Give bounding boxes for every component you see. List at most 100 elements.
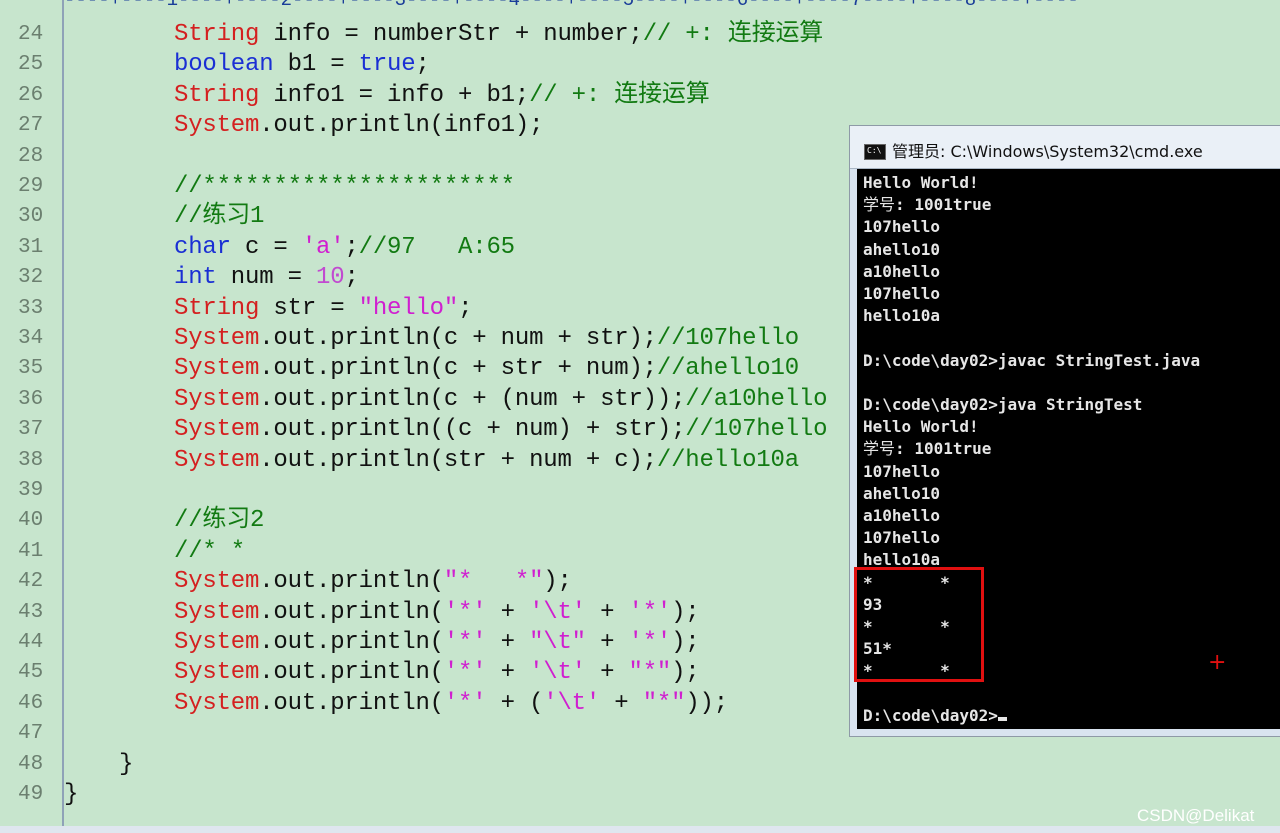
console-line: 107hello: [863, 461, 941, 481]
code-token: '\t': [529, 598, 586, 626]
code-line[interactable]: System.out.println(c + num + str);//107h…: [174, 324, 799, 354]
code-token: String: [174, 294, 260, 322]
ruler-gutter: [0, 0, 64, 18]
code-line[interactable]: System.out.println(info1);: [174, 111, 543, 141]
code-token: .out.println(: [259, 689, 444, 717]
line-number: 45: [18, 661, 44, 685]
code-token: //ahello10: [656, 355, 799, 383]
code-line[interactable]: }: [64, 780, 78, 810]
code-line[interactable]: System.out.println('*' + '\t' + "*");: [174, 658, 700, 688]
line-number: 26: [18, 83, 44, 107]
line-number: 40: [18, 509, 44, 533]
horizontal-scrollbar[interactable]: [0, 826, 1280, 833]
code-line[interactable]: System.out.println(c + (num + str));//a1…: [174, 385, 828, 415]
code-token: '\t': [529, 659, 586, 687]
line-number: 31: [18, 235, 44, 259]
code-line[interactable]: System.out.println('*' + ('\t' + "*"));: [174, 689, 728, 719]
code-token: +: [600, 689, 643, 717]
console-icon: C:\: [864, 144, 886, 160]
code-token: .out.println(info1);: [259, 112, 544, 140]
line-number: 47: [18, 722, 44, 746]
code-token: );: [671, 659, 700, 687]
code-token: '*': [628, 598, 672, 626]
line-number: 41: [18, 539, 44, 563]
line-number: 24: [18, 23, 44, 46]
code-token: );: [543, 568, 572, 596]
line-number: 49: [18, 783, 44, 806]
code-line[interactable]: String info = numberStr + number;// +: 连…: [174, 20, 823, 50]
console-line: a10hello: [863, 506, 941, 525]
code-line[interactable]: String info1 = info + b1;// +: 连接运算: [174, 81, 710, 111]
code-token: +: [585, 629, 629, 656]
code-token: '*': [628, 629, 672, 656]
code-token: .out.println(: [259, 659, 444, 687]
line-number: 44: [18, 631, 44, 654]
console-icon-label: C:\: [867, 146, 882, 155]
console-line: hello10a: [863, 306, 941, 326]
line-number: 32: [18, 266, 44, 290]
code-line[interactable]: System.out.println('*' + '\t' + '*');: [174, 598, 700, 628]
code-token: System: [174, 385, 260, 413]
code-token: info = numberStr + number;: [259, 21, 643, 48]
code-token: System: [174, 659, 260, 687]
code-line[interactable]: System.out.println(str + num + c);//hell…: [174, 446, 799, 476]
code-token: //练习1: [174, 203, 265, 231]
code-line[interactable]: }: [119, 750, 133, 780]
code-token: +: [486, 629, 530, 656]
line-number: 33: [18, 296, 44, 320]
console-line: D:\code\day02>: [863, 705, 1007, 727]
code-token: boolean: [174, 51, 274, 79]
console-line: a10hello: [863, 261, 941, 281]
line-number: 37: [18, 418, 44, 442]
code-line[interactable]: char c = 'a';//97 A:65: [174, 233, 515, 263]
code-line[interactable]: System.out.println("* *");: [174, 567, 572, 597]
code-token: "* *": [443, 568, 544, 596]
code-token: '*': [443, 598, 487, 626]
code-token: //**********************: [174, 173, 515, 200]
line-number: 30: [18, 205, 44, 229]
line-number: 39: [18, 479, 44, 502]
code-line[interactable]: //练习2: [174, 506, 264, 536]
code-token: .out.println(str + num + c);: [259, 446, 657, 474]
code-line[interactable]: int num = 10;: [174, 263, 359, 293]
code-token: '*': [443, 659, 487, 687]
code-token: +: [585, 598, 629, 626]
code-token: ;: [344, 233, 359, 261]
code-token: System: [174, 629, 260, 656]
console-line: 107hello: [863, 284, 941, 303]
cmd-title: 管理员: C:\Windows\System32\cmd.exe: [892, 142, 1203, 161]
code-line[interactable]: //练习1: [174, 202, 264, 232]
code-line[interactable]: System.out.println((c + num) + str);//10…: [174, 415, 828, 445]
code-token: //a10hello: [685, 385, 828, 413]
code-token: '\t': [543, 689, 601, 717]
console-line: Hello World!: [863, 417, 979, 437]
code-token: +: [486, 598, 530, 626]
code-token: System: [174, 355, 260, 383]
code-token: 10: [316, 264, 345, 292]
output-highlight-box: [854, 567, 984, 682]
line-number: 28: [18, 144, 44, 168]
code-token: //* *: [174, 537, 246, 565]
code-token: '*': [443, 689, 487, 717]
code-line[interactable]: boolean b1 = true;: [174, 50, 430, 80]
code-token: info1 = info + b1;: [259, 81, 530, 109]
code-line[interactable]: //* *: [174, 537, 245, 567]
code-token: //107hello: [656, 325, 799, 352]
code-line[interactable]: //**********************: [174, 172, 515, 202]
line-number: 36: [18, 387, 44, 411]
code-line[interactable]: String str = "hello";: [174, 294, 472, 324]
code-token: .out.println(c + num + str);: [259, 325, 657, 352]
code-token: }: [64, 781, 79, 808]
code-token: char: [174, 233, 231, 261]
cmd-title-bar[interactable]: C:\ 管理员: C:\Windows\System32\cmd.exe: [850, 126, 1280, 169]
code-line[interactable]: System.out.println(c + str + num);//ahel…: [174, 354, 799, 384]
code-token: String: [174, 81, 260, 109]
console-line: D:\code\day02>java StringTest: [863, 395, 1143, 414]
code-token: .out.println(: [259, 598, 444, 626]
code-token: "*": [642, 689, 686, 717]
code-line[interactable]: System.out.println('*' + "\t" + '*');: [174, 628, 700, 658]
code-token: System: [174, 112, 260, 140]
code-token: System: [174, 325, 260, 352]
code-token: + (: [486, 689, 544, 717]
code-token: "hello": [358, 294, 459, 322]
